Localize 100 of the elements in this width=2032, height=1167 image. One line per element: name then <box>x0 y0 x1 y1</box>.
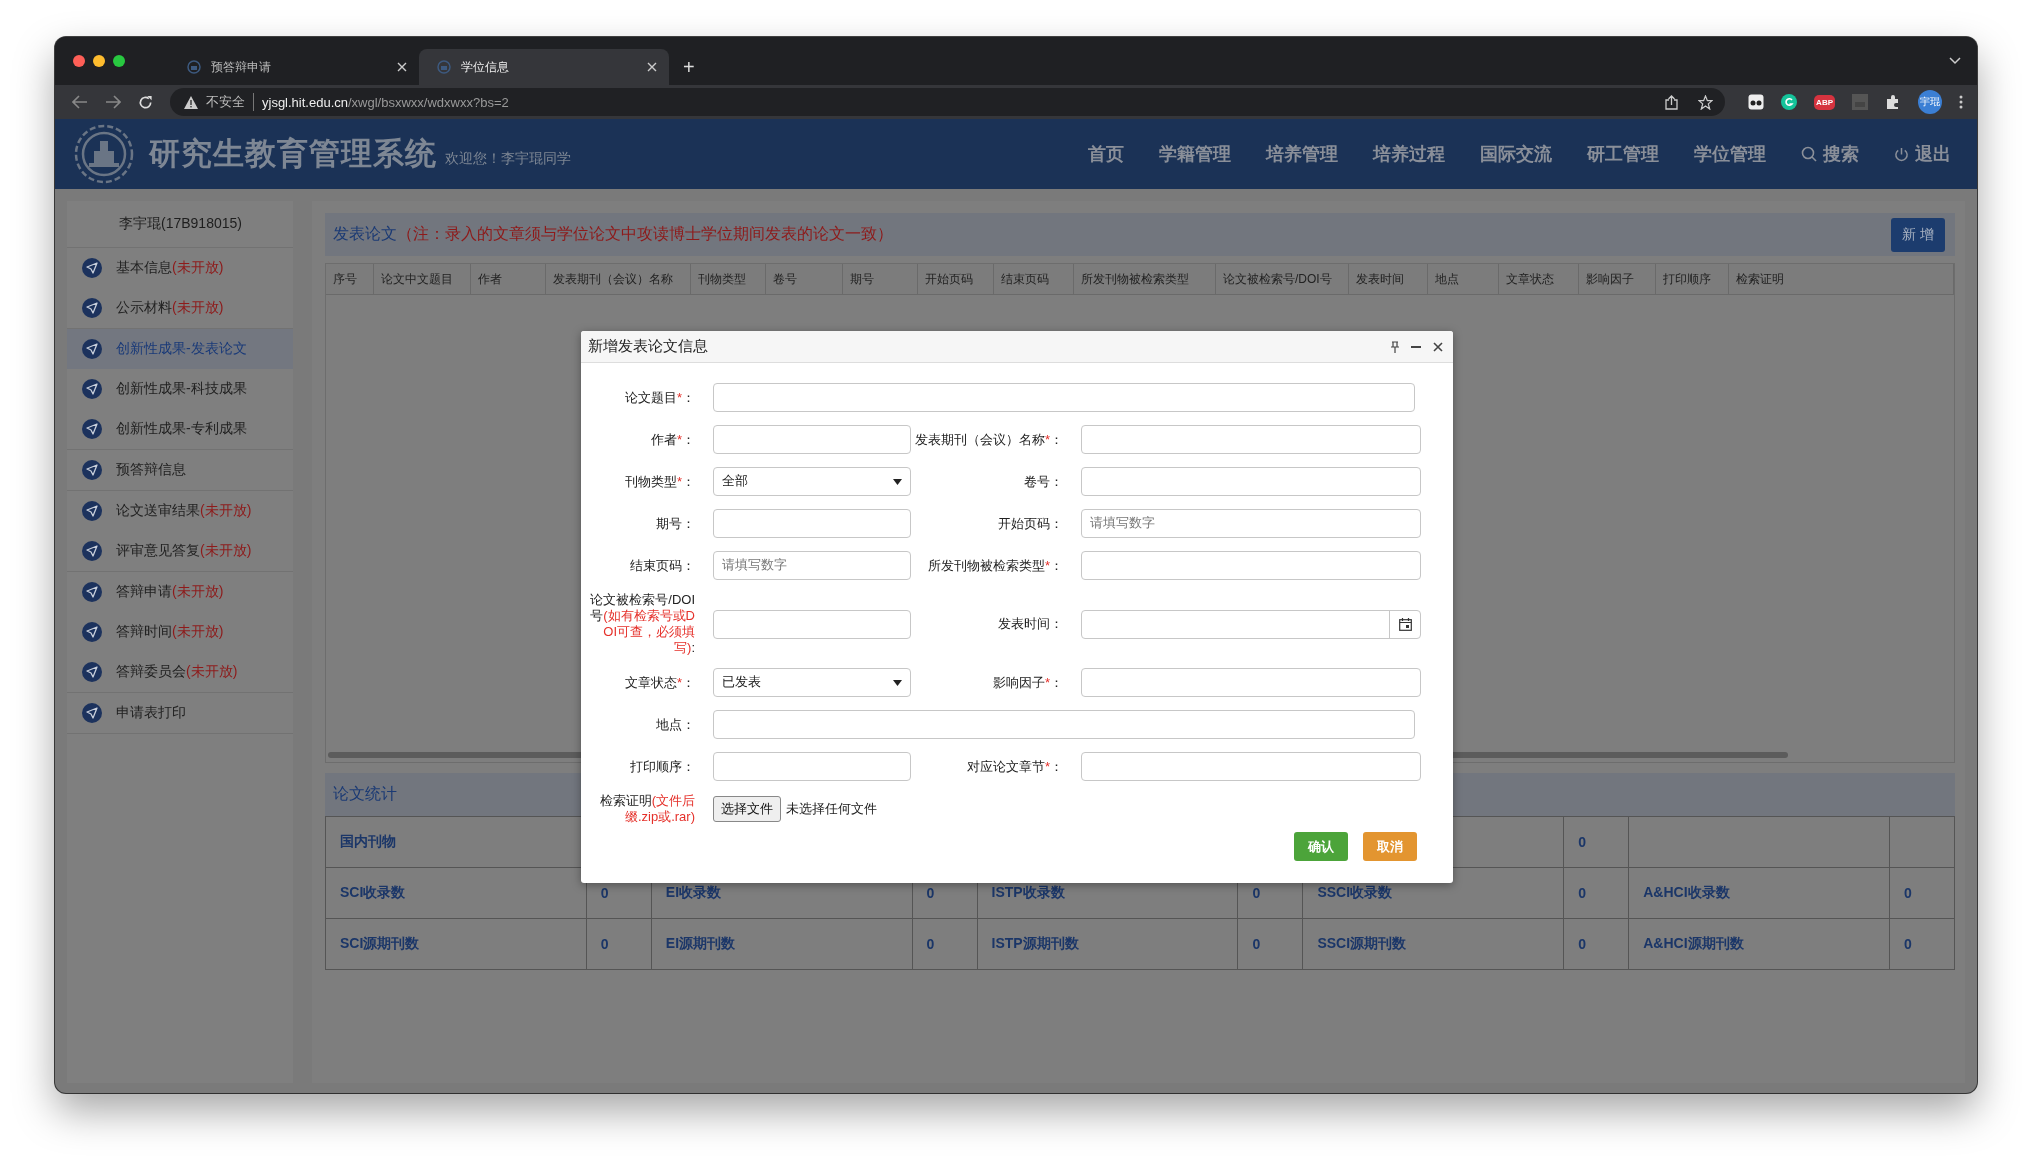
input-field[interactable] <box>713 710 1415 739</box>
close-window-button[interactable] <box>73 55 85 67</box>
sidebar-item[interactable]: 答辩时间(未开放) <box>67 612 293 652</box>
table-cell: 0 <box>1237 919 1303 969</box>
reload-icon[interactable] <box>138 94 153 110</box>
send-icon <box>82 339 102 359</box>
table-cell: 0 <box>1563 817 1629 867</box>
cancel-button[interactable]: 取消 <box>1363 832 1417 861</box>
emblem-icon <box>437 60 451 74</box>
chevron-down-icon[interactable] <box>1949 57 1961 65</box>
dialog-title: 新增发表论文信息 <box>588 337 708 356</box>
input-field[interactable] <box>1081 752 1421 781</box>
column-header: 地点 <box>1428 264 1499 294</box>
logout-link[interactable]: 退出 <box>1894 142 1951 166</box>
search-link[interactable]: 搜索 <box>1801 142 1859 166</box>
adblock-icon[interactable]: ABP <box>1814 94 1835 110</box>
forward-icon[interactable] <box>105 95 121 109</box>
input-field[interactable] <box>1081 668 1421 697</box>
column-header: 序号 <box>326 264 374 294</box>
input-field[interactable] <box>713 609 911 639</box>
more-menu-icon[interactable] <box>1959 95 1963 109</box>
nav-link[interactable]: 国际交流 <box>1480 142 1552 166</box>
select-field[interactable]: 全部 <box>713 467 911 496</box>
profile-avatar[interactable]: 宇琨 <box>1918 90 1942 114</box>
column-header: 开始页码 <box>918 264 994 294</box>
sidebar-item[interactable]: 论文送审结果(未开放) <box>67 491 293 531</box>
input-field[interactable] <box>713 509 911 538</box>
choose-file-button[interactable]: 选择文件 <box>713 796 781 822</box>
input-field[interactable] <box>1081 425 1421 454</box>
share-icon[interactable] <box>1665 94 1679 110</box>
nav-link[interactable]: 研工管理 <box>1587 142 1659 166</box>
confirm-button[interactable]: 确认 <box>1294 832 1348 861</box>
input-field[interactable] <box>1081 467 1421 496</box>
sidebar-item[interactable]: 答辩申请(未开放) <box>67 572 293 612</box>
warning-icon <box>184 95 198 109</box>
sidebar-item[interactable]: 预答辩信息 <box>67 450 293 490</box>
column-header: 论文被检索号/DOI号 <box>1216 264 1349 294</box>
nav-link[interactable]: 培养管理 <box>1266 142 1338 166</box>
table-cell: 0 <box>911 919 977 969</box>
field-label: 发表期刊（会议）名称*： <box>913 431 1063 448</box>
caret-icon <box>893 679 902 686</box>
address-field[interactable]: 不安全 yjsgl.hit.edu.cn/xwgl/bsxwxx/wdxwxx?bs=2 <box>170 88 1726 116</box>
sidebar-item[interactable]: 基本信息(未开放) <box>67 248 293 288</box>
back-icon[interactable] <box>72 95 88 109</box>
minimize-window-button[interactable] <box>93 55 105 67</box>
table-cell: A&HCI源期刊数 <box>1628 919 1889 969</box>
sidebar-item[interactable]: 申请表打印 <box>67 693 293 733</box>
input-field[interactable]: 请填写数字 <box>713 551 911 580</box>
sidebar-item[interactable]: 创新性成果-专利成果 <box>67 409 293 449</box>
field-label: 发表时间： <box>997 616 1063 632</box>
field-label: 文章状态*： <box>623 674 695 691</box>
input-field[interactable] <box>713 383 1415 412</box>
table-cell: 0 <box>1563 919 1629 969</box>
date-field[interactable] <box>1081 609 1421 639</box>
select-field[interactable]: 已发表 <box>713 668 911 697</box>
tab-title: 学位信息 <box>461 58 510 76</box>
sidebar-item[interactable]: 创新性成果-科技成果 <box>67 369 293 409</box>
field-label: 论文被检索号/DOI号(如有检索号或DOI可查，必须填写): <box>589 592 695 656</box>
send-icon <box>82 419 102 439</box>
column-header: 刊物类型 <box>691 264 766 294</box>
search-icon <box>1801 146 1817 162</box>
sidebar-item[interactable]: 创新性成果-发表论文 <box>67 329 293 369</box>
input-field[interactable] <box>1081 551 1421 580</box>
field-label: 检索证明(文件后缀.zip或.rar) <box>598 793 695 825</box>
send-icon <box>82 460 102 480</box>
g-circle-icon[interactable] <box>1781 94 1798 110</box>
add-button[interactable]: 新 增 <box>1891 217 1945 252</box>
send-icon <box>82 582 102 602</box>
minimize-icon[interactable] <box>1411 345 1421 348</box>
section-title: 论文统计 <box>333 784 397 804</box>
star-icon[interactable] <box>1698 94 1714 110</box>
input-field[interactable]: 请填写数字 <box>1081 509 1421 538</box>
nav-link[interactable]: 培养过程 <box>1373 142 1445 166</box>
nav-link[interactable]: 学位管理 <box>1694 142 1766 166</box>
sidebar-item[interactable]: 评审意见答复(未开放) <box>67 531 293 571</box>
sidebar-item[interactable]: 答辩委员会(未开放) <box>67 652 293 692</box>
browser-tab[interactable]: 学位信息 <box>419 49 669 85</box>
close-icon[interactable] <box>1433 341 1443 352</box>
table-cell: SSCI源期刊数 <box>1302 919 1564 969</box>
maximize-window-button[interactable] <box>113 55 125 67</box>
user-name: 李宇琨(17B918015) <box>67 201 293 248</box>
pin-icon[interactable] <box>1391 340 1399 353</box>
glasses-icon[interactable] <box>1748 94 1765 110</box>
field-label: 刊物类型*： <box>623 473 695 490</box>
send-icon <box>82 703 102 723</box>
send-icon <box>82 298 102 318</box>
nav-link[interactable]: 首页 <box>1088 142 1124 166</box>
input-field[interactable] <box>713 425 911 454</box>
nav-link[interactable]: 学籍管理 <box>1159 142 1231 166</box>
puzzle-icon[interactable] <box>1885 94 1901 110</box>
field-label: 对应论文章节*： <box>965 758 1063 775</box>
power-icon <box>1894 146 1909 162</box>
new-tab-button[interactable]: + <box>683 56 695 79</box>
browser-tab[interactable]: 预答辩申请 <box>169 49 419 85</box>
input-field[interactable] <box>713 752 911 781</box>
sidebar-item[interactable]: 公示材料(未开放) <box>67 288 293 328</box>
column-header: 期号 <box>843 264 918 294</box>
calendar-icon[interactable] <box>1398 617 1412 631</box>
table-cell: 0 <box>1889 919 1954 969</box>
field-label: 卷号： <box>1023 473 1063 490</box>
